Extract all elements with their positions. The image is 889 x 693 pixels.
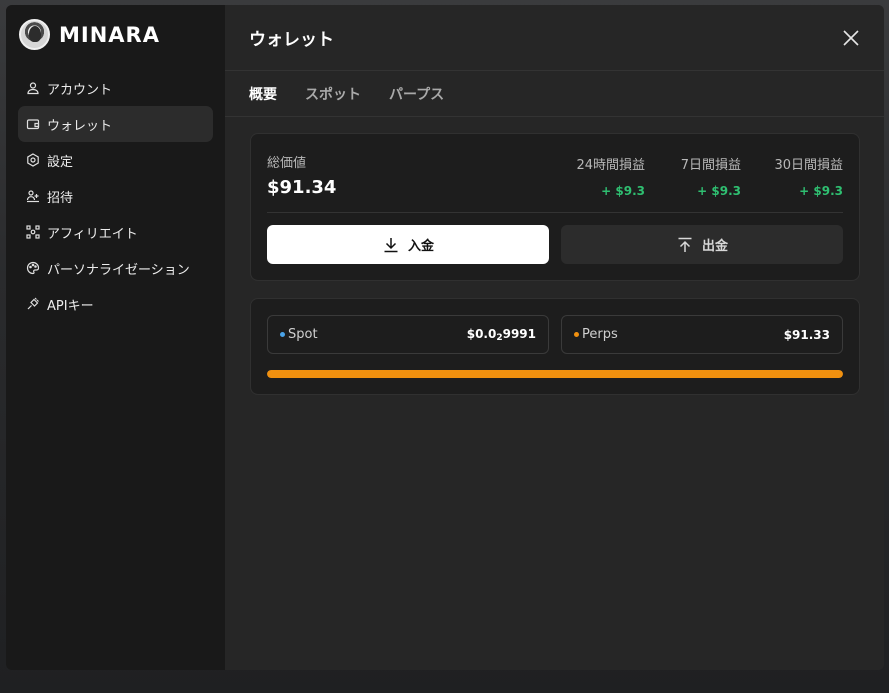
sidebar-item-label: アフィリエイト <box>47 226 138 242</box>
tab-overview[interactable]: 概要 <box>249 84 277 104</box>
wallet-tabs: 概要 スポット パープス <box>225 71 884 117</box>
brand-logo-avatar <box>19 19 50 50</box>
settings-modal: MINARA アカウント ウォレット 設定 招待 アフィリエイト パーソナライゼ… <box>6 5 884 670</box>
sidebar-item-label: ウォレット <box>47 118 113 134</box>
wallet-panel: ウォレット 概要 スポット パープス 総価値 $91.34 24時間損益 + $… <box>225 5 884 670</box>
panel-header: ウォレット <box>225 5 884 71</box>
sidebar: MINARA アカウント ウォレット 設定 招待 アフィリエイト パーソナライゼ… <box>6 5 225 670</box>
perps-dot-icon <box>574 332 579 337</box>
sidebar-item-label: パーソナライゼーション <box>47 262 190 278</box>
deposit-button[interactable]: 入金 <box>267 225 549 264</box>
perps-balance-value: $91.33 <box>783 327 830 342</box>
withdraw-label: 出金 <box>701 239 728 254</box>
balance-row: Spot $0.029991 Perps $91.33 <box>251 299 859 354</box>
allocation-bar-fill <box>267 370 843 378</box>
summary-stats: 総価値 $91.34 24時間損益 + $9.3 7日間損益 + $9.3 30… <box>267 134 843 213</box>
pnl-7d: 7日間損益 + $9.3 <box>681 154 741 198</box>
sidebar-item-settings[interactable]: 設定 <box>18 142 213 178</box>
page-title: ウォレット <box>249 30 334 50</box>
spot-label: Spot <box>288 327 318 342</box>
spot-balance-name: Spot <box>280 327 318 342</box>
user-icon <box>26 81 40 95</box>
wallet-icon <box>26 117 40 131</box>
deposit-label: 入金 <box>407 239 434 254</box>
sidebar-item-account[interactable]: アカウント <box>18 70 213 106</box>
perps-label: Perps <box>582 327 618 342</box>
sidebar-item-label: 設定 <box>47 154 74 170</box>
upload-icon <box>678 237 692 252</box>
spot-balance[interactable]: Spot $0.029991 <box>267 315 549 354</box>
tab-spot[interactable]: スポット <box>305 84 361 104</box>
sidebar-item-label: APIキー <box>47 298 94 314</box>
pnl-24h: 24時間損益 + $9.3 <box>576 154 645 198</box>
sidebar-nav: アカウント ウォレット 設定 招待 アフィリエイト パーソナライゼーション AP… <box>18 70 213 322</box>
settings-icon <box>26 153 40 167</box>
pnl-30d: 30日間損益 + $9.3 <box>774 154 843 198</box>
pnl-7d-label: 7日間損益 <box>680 158 741 173</box>
pnl-30d-value: + $9.3 <box>799 184 843 198</box>
withdraw-button[interactable]: 出金 <box>561 225 843 264</box>
perps-balance-name: Perps <box>574 327 618 342</box>
brand-name: MINARA <box>59 22 160 47</box>
palette-icon <box>26 261 40 275</box>
plug-icon <box>26 297 40 311</box>
close-button[interactable] <box>840 27 862 49</box>
sidebar-item-label: アカウント <box>47 82 113 98</box>
pnl-30d-label: 30日間損益 <box>774 158 843 173</box>
spot-dot-icon <box>280 332 285 337</box>
sidebar-item-invite[interactable]: 招待 <box>18 178 213 214</box>
allocation-bar <box>267 370 843 378</box>
sidebar-item-personalization[interactable]: パーソナライゼーション <box>18 250 213 286</box>
sidebar-item-api-keys[interactable]: APIキー <box>18 286 213 322</box>
total-value: $91.34 <box>267 177 337 198</box>
pnl-24h-value: + $9.3 <box>601 184 645 198</box>
download-icon <box>384 237 398 252</box>
perps-balance[interactable]: Perps $91.33 <box>561 315 843 354</box>
action-buttons: 入金 出金 <box>251 213 859 264</box>
brand: MINARA <box>18 19 213 50</box>
tab-perps[interactable]: パープス <box>389 84 444 104</box>
spot-value-prefix: $0.0 <box>466 326 497 341</box>
sidebar-item-affiliate[interactable]: アフィリエイト <box>18 214 213 250</box>
spot-value-suffix: 9991 <box>502 326 536 341</box>
balance-breakdown-card: Spot $0.029991 Perps $91.33 <box>250 298 860 395</box>
pnl-7d-value: + $9.3 <box>697 184 741 198</box>
pnl-24h-label: 24時間損益 <box>576 158 645 173</box>
spot-balance-value: $0.029991 <box>467 327 536 343</box>
total-value-label: 総価値 <box>267 156 307 171</box>
sidebar-item-label: 招待 <box>47 190 74 206</box>
affiliate-icon <box>26 225 40 239</box>
close-icon <box>843 29 859 46</box>
sidebar-item-wallet[interactable]: ウォレット <box>18 106 213 142</box>
portfolio-summary-card: 総価値 $91.34 24時間損益 + $9.3 7日間損益 + $9.3 30… <box>250 133 860 281</box>
invite-icon <box>26 189 40 203</box>
